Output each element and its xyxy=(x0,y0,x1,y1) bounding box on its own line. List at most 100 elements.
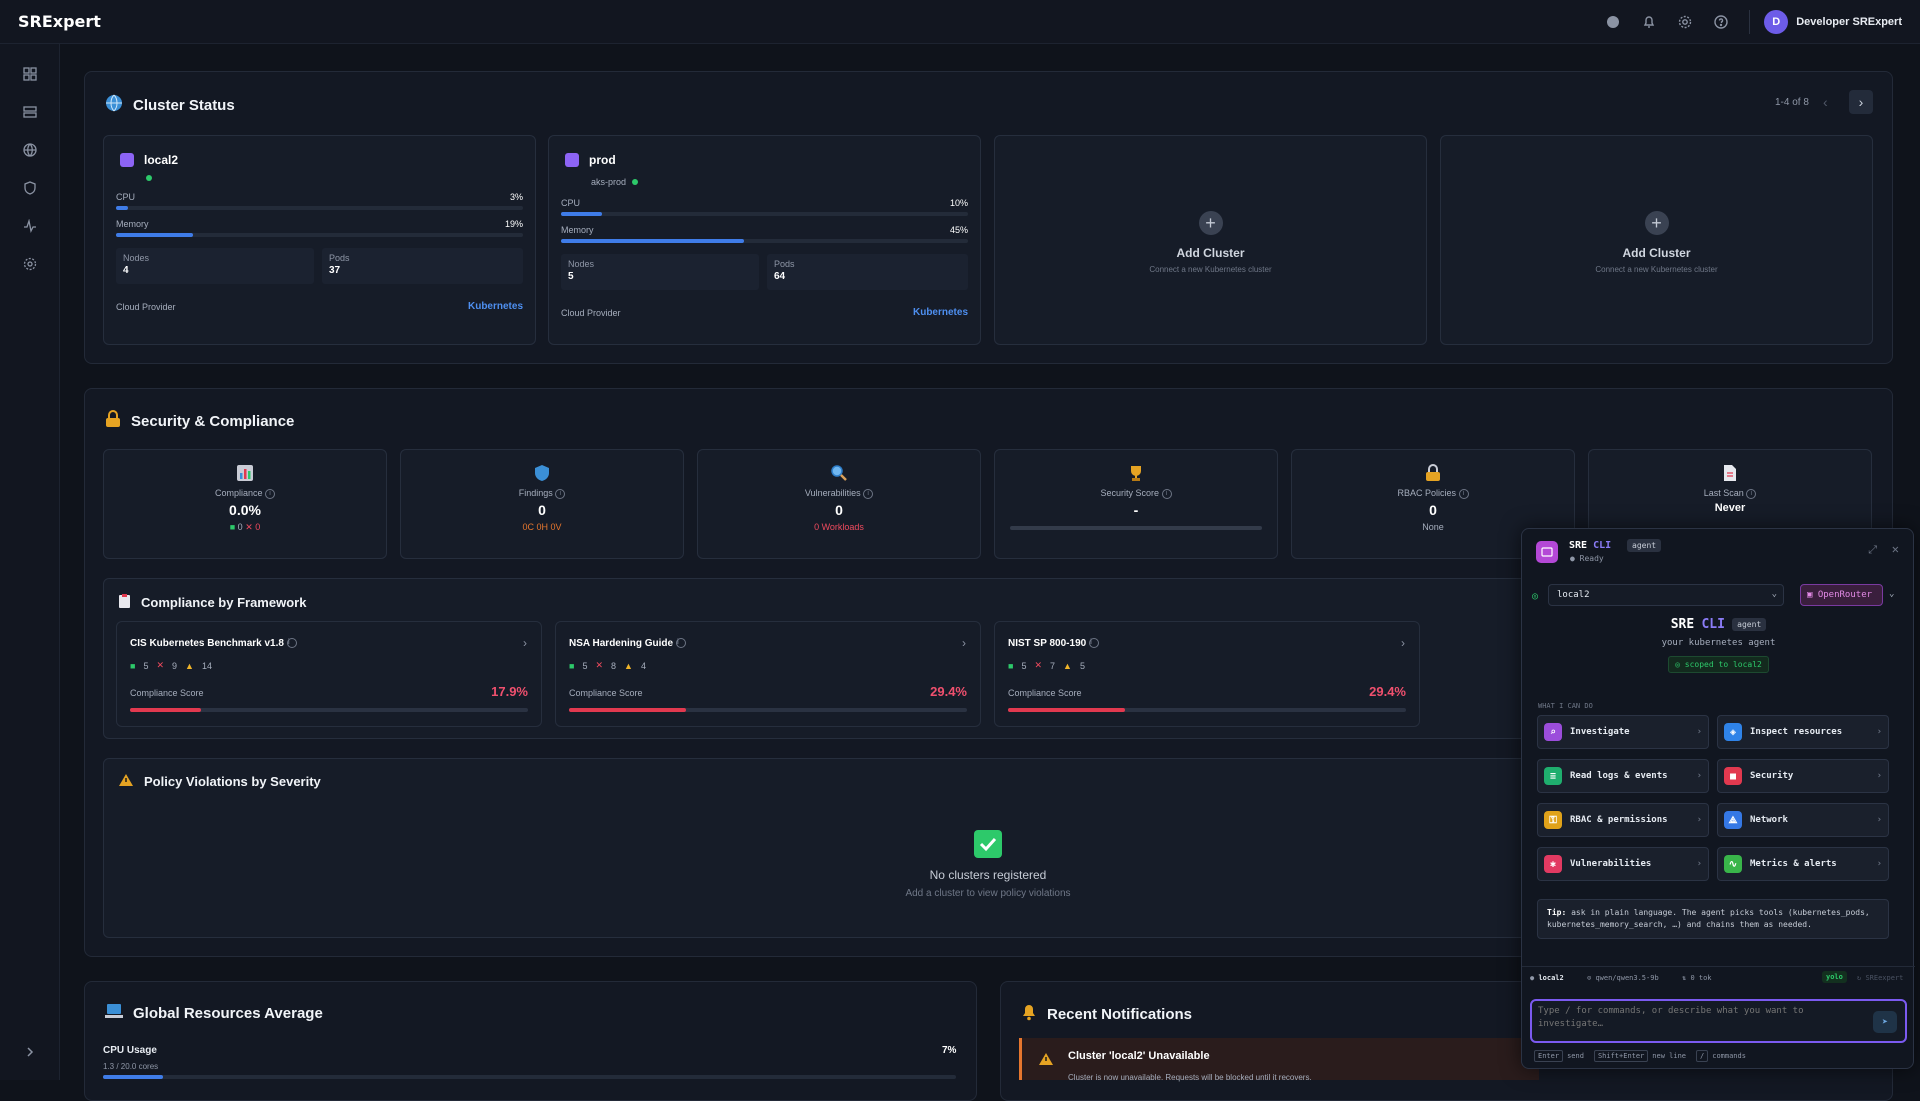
empty-state: No clusters registered Add a cluster to … xyxy=(880,830,1096,899)
circle-icon[interactable] xyxy=(1605,14,1621,30)
bug-icon: ✱ xyxy=(1544,855,1562,873)
notification-item[interactable]: Cluster 'local2' Unavailable Cluster is … xyxy=(1019,1038,1539,1082)
provider-select[interactable]: ▣ OpenRouter xyxy=(1800,584,1883,606)
info-icon[interactable]: i xyxy=(265,488,276,499)
metric-sub: 0 Workloads xyxy=(814,521,864,532)
action-network[interactable]: ⟁ Network › xyxy=(1717,803,1889,837)
metric-value: Never xyxy=(1714,501,1746,514)
prev-page-button[interactable]: ‹ xyxy=(1823,94,1828,110)
status-cluster: local2 xyxy=(1538,974,1564,982)
server-icon[interactable] xyxy=(20,102,40,122)
lock-icon xyxy=(105,410,121,432)
info-icon[interactable]: i xyxy=(286,638,297,649)
expand-icon[interactable]: ⤢ xyxy=(1868,543,1877,557)
chat-input[interactable] xyxy=(1538,1005,1858,1039)
score-bar xyxy=(130,708,528,712)
cluster-select[interactable]: local2 ⌄ xyxy=(1548,584,1784,606)
settings-icon[interactable] xyxy=(20,254,40,274)
info-icon[interactable]: i xyxy=(1746,488,1757,499)
pods-stat: Pods 64 xyxy=(767,254,968,290)
add-cluster-card[interactable]: + Add Cluster Connect a new Kubernetes c… xyxy=(994,135,1427,345)
sidebar xyxy=(0,44,60,1080)
metric-value: 0 xyxy=(1429,501,1437,518)
gear-icon[interactable] xyxy=(1677,14,1693,30)
chevron-right-icon[interactable]: › xyxy=(523,636,527,650)
action-inspect-resources[interactable]: ◈ Inspect resources › xyxy=(1717,715,1889,749)
metric-value: 0.0% xyxy=(229,501,261,518)
score-value: 29.4% xyxy=(1369,684,1406,699)
top-bar: SRExpert D Developer SRExpert xyxy=(0,0,1920,44)
magnifier-icon xyxy=(698,464,980,484)
add-cluster-card[interactable]: + Add Cluster Connect a new Kubernetes c… xyxy=(1440,135,1873,345)
security-score-metric[interactable]: Security Score i - xyxy=(994,449,1278,559)
metric-label: Last Scan xyxy=(1703,488,1744,498)
memory-label: Memory xyxy=(561,225,594,235)
info-icon[interactable]: i xyxy=(863,488,874,499)
status-tokens: 0 tok xyxy=(1690,974,1712,982)
help-icon[interactable] xyxy=(1713,14,1729,30)
chevron-right-icon[interactable]: › xyxy=(962,636,966,650)
hero-title-accent: CLI xyxy=(1701,617,1725,632)
globe-icon[interactable] xyxy=(20,140,40,160)
framework-card[interactable]: NIST SP 800-190 i › ■ 5 ✕ 7 ▲ 5 Compliance Sc… xyxy=(994,621,1420,727)
cluster-ok-icon: ◎ xyxy=(1532,591,1539,602)
action-security[interactable]: ■ Security › xyxy=(1717,759,1889,793)
action-vulnerabilities[interactable]: ✱ Vulnerabilities › xyxy=(1537,847,1709,881)
vulnerabilities-metric[interactable]: Vulnerabilities i 0 0 Workloads xyxy=(697,449,981,559)
framework-card[interactable]: NSA Hardening Guide i › ■ 5 ✕ 8 ▲ 4 Complianc… xyxy=(555,621,981,727)
cluster-context: aks-prod xyxy=(591,177,627,187)
keyboard-hints: Enter send Shift+Enter new line / commands xyxy=(1534,1050,1746,1062)
info-icon[interactable]: i xyxy=(1161,488,1172,499)
metric-value: - xyxy=(1133,501,1139,518)
add-cluster-title: Add Cluster xyxy=(1622,246,1691,260)
fail-count: 8 xyxy=(611,660,617,671)
action-read-logs[interactable]: ≡ Read logs & events › xyxy=(1537,759,1709,793)
mode-badge[interactable]: yolo xyxy=(1822,971,1847,983)
cpu-usage-label: CPU Usage xyxy=(103,1045,157,1056)
cpu-bar xyxy=(561,212,968,216)
action-rbac[interactable]: ⚿ RBAC & permissions › xyxy=(1537,803,1709,837)
next-page-button[interactable]: › xyxy=(1849,90,1873,114)
chat-title: SRE xyxy=(1569,540,1588,551)
notification-title: Cluster 'local2' Unavailable xyxy=(1068,1050,1210,1062)
info-icon[interactable]: i xyxy=(675,638,686,649)
send-button[interactable]: ➤ xyxy=(1873,1011,1897,1033)
cluster-card[interactable]: local2 CPU 3% Memory 19% Nodes 4 Pods 37 C… xyxy=(103,135,536,345)
activity-icon: ∿ xyxy=(1724,855,1742,873)
activity-icon[interactable] xyxy=(20,216,40,236)
info-icon[interactable]: i xyxy=(1458,488,1469,499)
close-icon[interactable]: ✕ xyxy=(1892,542,1899,556)
chevron-right-icon[interactable] xyxy=(20,1042,40,1062)
user-menu[interactable]: D Developer SRExpert xyxy=(1749,9,1902,34)
chevron-down-icon[interactable]: ⌄ xyxy=(1889,589,1894,599)
dashboard-icon[interactable] xyxy=(20,64,40,84)
check-icon xyxy=(880,830,1096,858)
cluster-name: local2 xyxy=(144,153,179,167)
framework-name: NIST SP 800-190 xyxy=(1008,638,1087,649)
app-logo[interactable]: SRExpert xyxy=(18,12,101,31)
document-icon xyxy=(1589,464,1871,484)
shield-icon[interactable] xyxy=(20,178,40,198)
chevron-right-icon[interactable]: › xyxy=(1401,636,1405,650)
pods-stat: Pods 37 xyxy=(322,248,523,284)
findings-metric[interactable]: Findings i 0 0C 0H 0V xyxy=(400,449,684,559)
framework-card[interactable]: CIS Kubernetes Benchmark v1.8 i › ■ 5 ✕ 9 ▲ 1… xyxy=(116,621,542,727)
nodes-stat: Nodes 5 xyxy=(561,254,759,290)
action-investigate[interactable]: ⌕ Investigate › xyxy=(1537,715,1709,749)
fail-count: 9 xyxy=(172,660,178,671)
action-metrics[interactable]: ∿ Metrics & alerts › xyxy=(1717,847,1889,881)
memory-value: 19% xyxy=(504,219,523,229)
info-icon[interactable]: i xyxy=(555,488,566,499)
score-bar xyxy=(1008,708,1406,712)
section-title: Security & Compliance xyxy=(131,412,295,430)
metric-sub: 0C 0H 0V xyxy=(522,521,562,532)
pass-count: 5 xyxy=(1021,660,1027,671)
bell-icon[interactable] xyxy=(1641,14,1657,30)
search-icon: ⌕ xyxy=(1544,723,1562,741)
chat-title-accent: CLI xyxy=(1593,540,1612,551)
lock-icon xyxy=(1292,464,1574,484)
nodes-stat: Nodes 4 xyxy=(116,248,314,284)
compliance-metric[interactable]: Compliance i 0.0% ■ 0 ✕ 0 xyxy=(103,449,387,559)
cluster-card[interactable]: prod aks-prod CPU 10% Memory 45% Nodes 5 … xyxy=(548,135,981,345)
info-icon[interactable]: i xyxy=(1088,638,1099,649)
